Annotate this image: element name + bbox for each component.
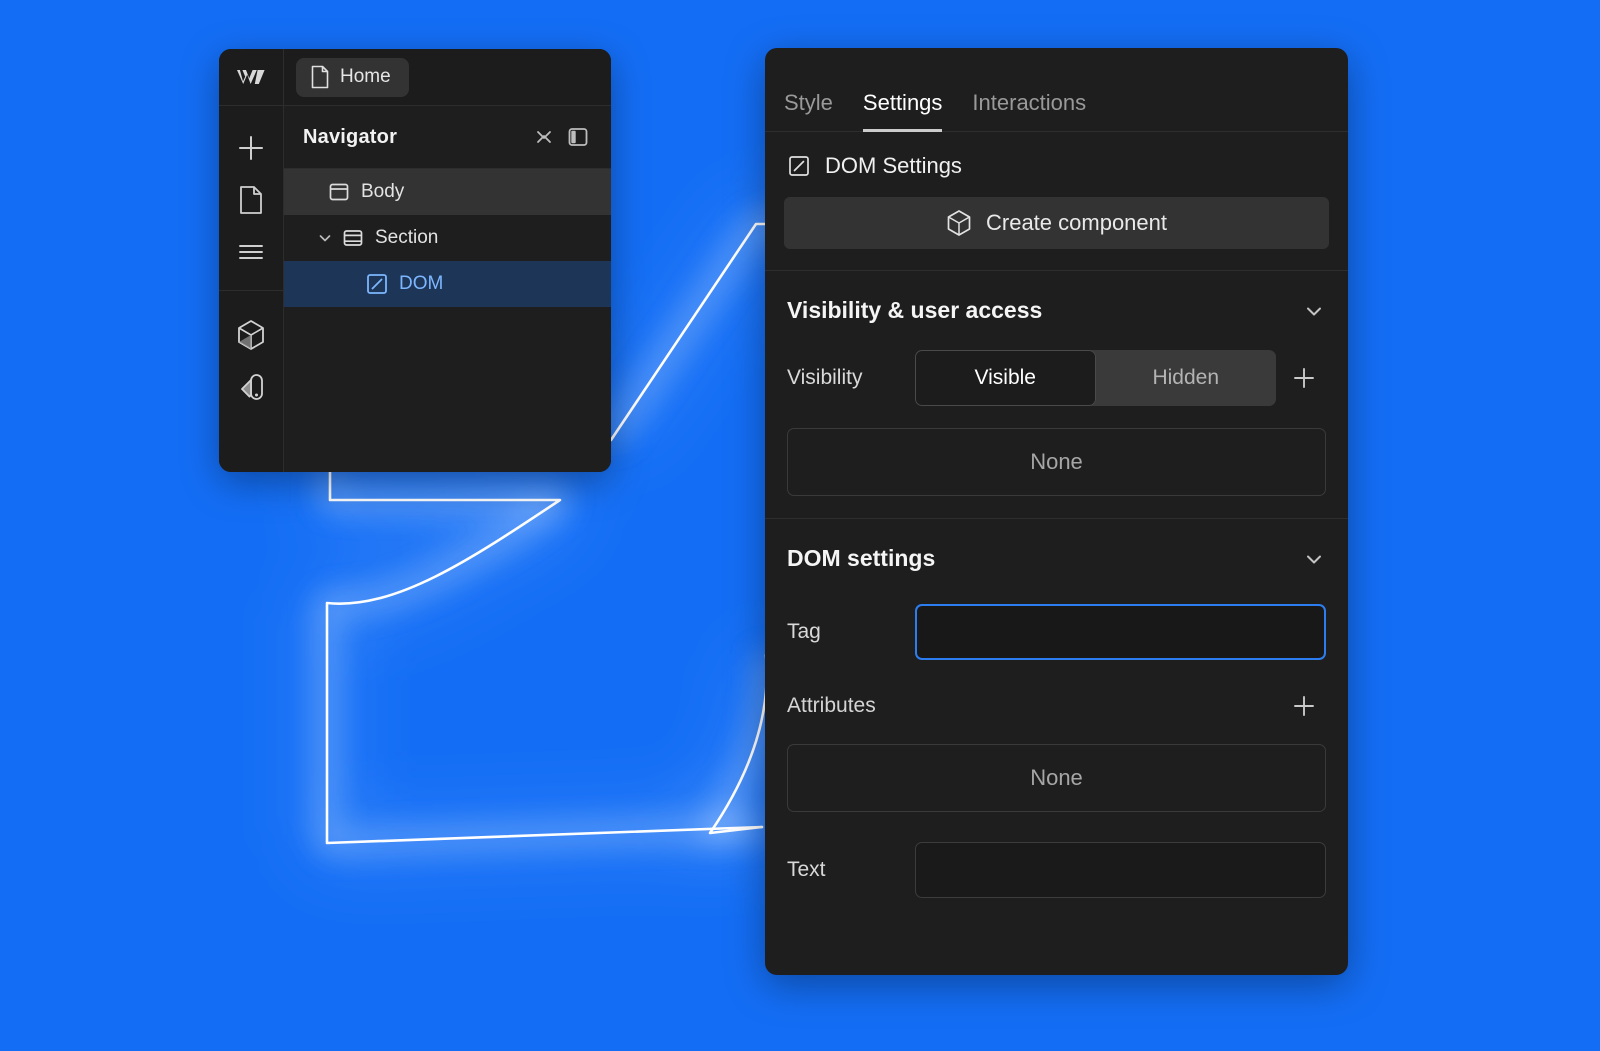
create-component-label: Create component — [986, 210, 1167, 235]
webflow-logo[interactable] — [219, 49, 283, 106]
navigator-lines-icon — [239, 245, 263, 259]
body-box-icon — [324, 181, 354, 203]
visibility-field-label: Visibility — [787, 366, 863, 389]
visibility-option-visible[interactable]: Visible — [915, 350, 1096, 406]
rail-item-style-selectors[interactable] — [228, 361, 274, 413]
rail-group-lower — [219, 290, 283, 425]
dom-settings-block: DOM Settings Create component — [765, 132, 1348, 271]
tag-input[interactable] — [915, 604, 1326, 660]
navigator-layout-button[interactable] — [561, 120, 595, 154]
chevron-down-icon[interactable] — [312, 230, 338, 246]
visibility-section-header[interactable]: Visibility & user access — [784, 271, 1329, 342]
tab-home[interactable]: Home — [296, 57, 409, 97]
text-field-label: Text — [787, 858, 826, 881]
tree-item-body[interactable]: Body — [284, 169, 611, 215]
tag-field-label: Tag — [787, 620, 821, 643]
rail-item-components[interactable] — [228, 309, 274, 361]
visibility-add-button[interactable] — [1282, 356, 1326, 400]
rail-item-add-element[interactable] — [228, 122, 274, 174]
tree-item-label: Body — [361, 181, 405, 202]
visibility-section: Visibility & user access Visibility Visi… — [765, 271, 1348, 519]
dom-slash-icon — [362, 272, 392, 296]
rail-item-pages[interactable] — [228, 174, 274, 226]
tab-style[interactable]: Style — [784, 90, 833, 132]
tree-item-label: DOM — [399, 273, 444, 294]
attributes-label: Attributes — [787, 694, 876, 717]
rail-item-navigator[interactable] — [228, 226, 274, 278]
left-icon-rail — [219, 49, 284, 472]
tree-item-label: Section — [375, 227, 439, 248]
dom-settings-heading: DOM Settings — [784, 132, 1329, 197]
rail-group-upper — [219, 106, 283, 290]
style-swatch-icon — [241, 374, 263, 400]
plus-icon — [239, 136, 263, 160]
dom-slash-icon — [787, 154, 811, 178]
panel-layout-icon — [568, 128, 588, 146]
navigator-header: Navigator — [284, 106, 611, 169]
tree-item-section[interactable]: Section — [284, 215, 611, 261]
tab-home-label: Home — [340, 66, 391, 87]
text-field-row: Text — [784, 834, 1329, 906]
close-x-icon — [537, 131, 551, 143]
tab-settings[interactable]: Settings — [862, 90, 943, 132]
visibility-conditions-empty[interactable]: None — [787, 428, 1326, 496]
chevron-down-icon[interactable] — [1302, 299, 1326, 323]
attributes-row: Attributes — [784, 668, 1329, 730]
dom-settings-heading-label: DOM Settings — [825, 153, 962, 178]
page-icon — [311, 65, 329, 89]
visibility-option-hidden[interactable]: Hidden — [1096, 350, 1277, 406]
cube-icon — [238, 320, 264, 350]
screenshot-stage: Home Navigator Body Section DOM Style Se… — [0, 0, 1600, 1051]
cube-icon — [946, 209, 972, 237]
tree-item-dom[interactable]: DOM — [284, 261, 611, 307]
text-input[interactable] — [915, 842, 1326, 898]
settings-panel: Style Settings Interactions DOM Settings — [765, 48, 1348, 975]
panel-tabs: Style Settings Interactions — [765, 48, 1348, 132]
dom-section-title: DOM settings — [787, 545, 936, 571]
attributes-add-button[interactable] — [1282, 684, 1326, 728]
attributes-empty[interactable]: None — [787, 744, 1326, 812]
plus-icon — [1294, 368, 1314, 388]
tab-interactions[interactable]: Interactions — [972, 90, 1086, 132]
visibility-section-title: Visibility & user access — [787, 297, 1043, 323]
tag-field-row: Tag — [784, 590, 1329, 668]
visibility-field-row: Visibility Visible Hidden — [784, 342, 1329, 414]
designer-left-window: Home Navigator Body Section DOM — [219, 49, 611, 472]
create-component-button[interactable]: Create component — [784, 197, 1329, 249]
navigator-tree: Body Section DOM — [284, 169, 611, 472]
plus-icon — [1294, 696, 1314, 716]
navigator-column: Home Navigator Body Section DOM — [284, 49, 611, 472]
page-tabbar: Home — [284, 49, 611, 106]
dom-section: DOM settings Tag Attributes None Text — [765, 519, 1348, 906]
navigator-close-button[interactable] — [527, 120, 561, 154]
navigator-title: Navigator — [303, 125, 398, 148]
chevron-down-icon[interactable] — [1302, 547, 1326, 571]
section-box-icon — [338, 227, 368, 249]
dom-section-header[interactable]: DOM settings — [784, 519, 1329, 590]
visibility-segmented-control: Visible Hidden — [915, 350, 1276, 406]
page-icon — [240, 186, 262, 214]
